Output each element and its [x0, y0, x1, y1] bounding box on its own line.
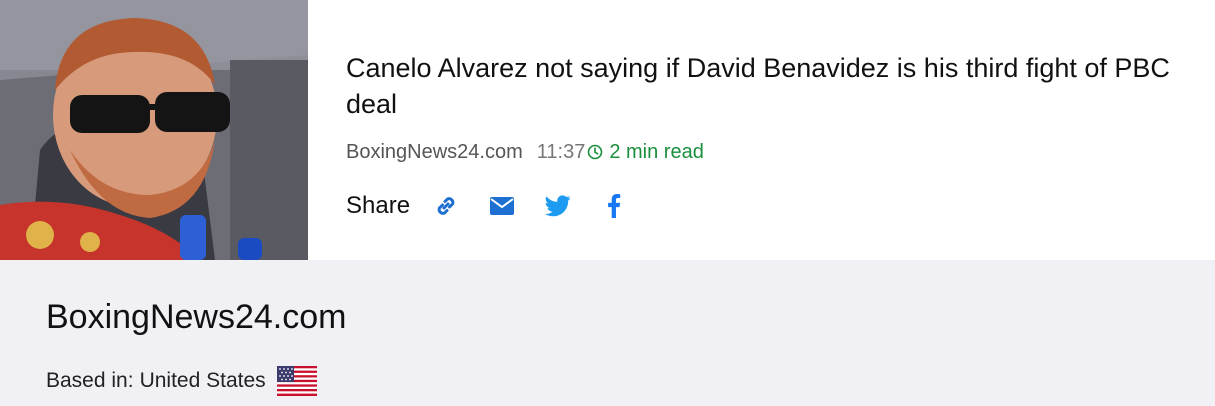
- facebook-share-button[interactable]: [598, 190, 630, 222]
- article-time: 11:37: [536, 140, 586, 163]
- based-in-country: United States: [139, 369, 266, 392]
- email-share-button[interactable]: [486, 190, 518, 222]
- article-meta: BoxingNews24.com 11:37 2 min read: [346, 139, 704, 165]
- source-name[interactable]: BoxingNews24.com: [46, 298, 346, 337]
- copy-link-button[interactable]: [430, 190, 462, 222]
- facebook-icon: [608, 194, 621, 218]
- read-time: 2 min read: [587, 141, 704, 164]
- article-source[interactable]: BoxingNews24.com: [346, 141, 523, 164]
- us-flag-icon: [276, 366, 317, 396]
- article-thumbnail[interactable]: [0, 0, 308, 260]
- based-in-label: Based in:: [46, 369, 134, 392]
- clock-icon: [588, 144, 603, 160]
- mail-icon: [490, 197, 515, 215]
- share-label: Share: [346, 192, 411, 219]
- twitter-icon: [545, 195, 571, 217]
- article-card[interactable]: Canelo Alvarez not saying if David Benav…: [0, 0, 1215, 260]
- link-icon: [437, 197, 455, 215]
- article-headline[interactable]: Canelo Alvarez not saying if David Benav…: [346, 50, 1206, 122]
- article-photo: [0, 0, 308, 260]
- share-bar: Share: [346, 190, 654, 222]
- based-in: Based in: United States: [46, 366, 317, 396]
- read-time-label: 2 min read: [609, 140, 704, 163]
- twitter-share-button[interactable]: [542, 190, 574, 222]
